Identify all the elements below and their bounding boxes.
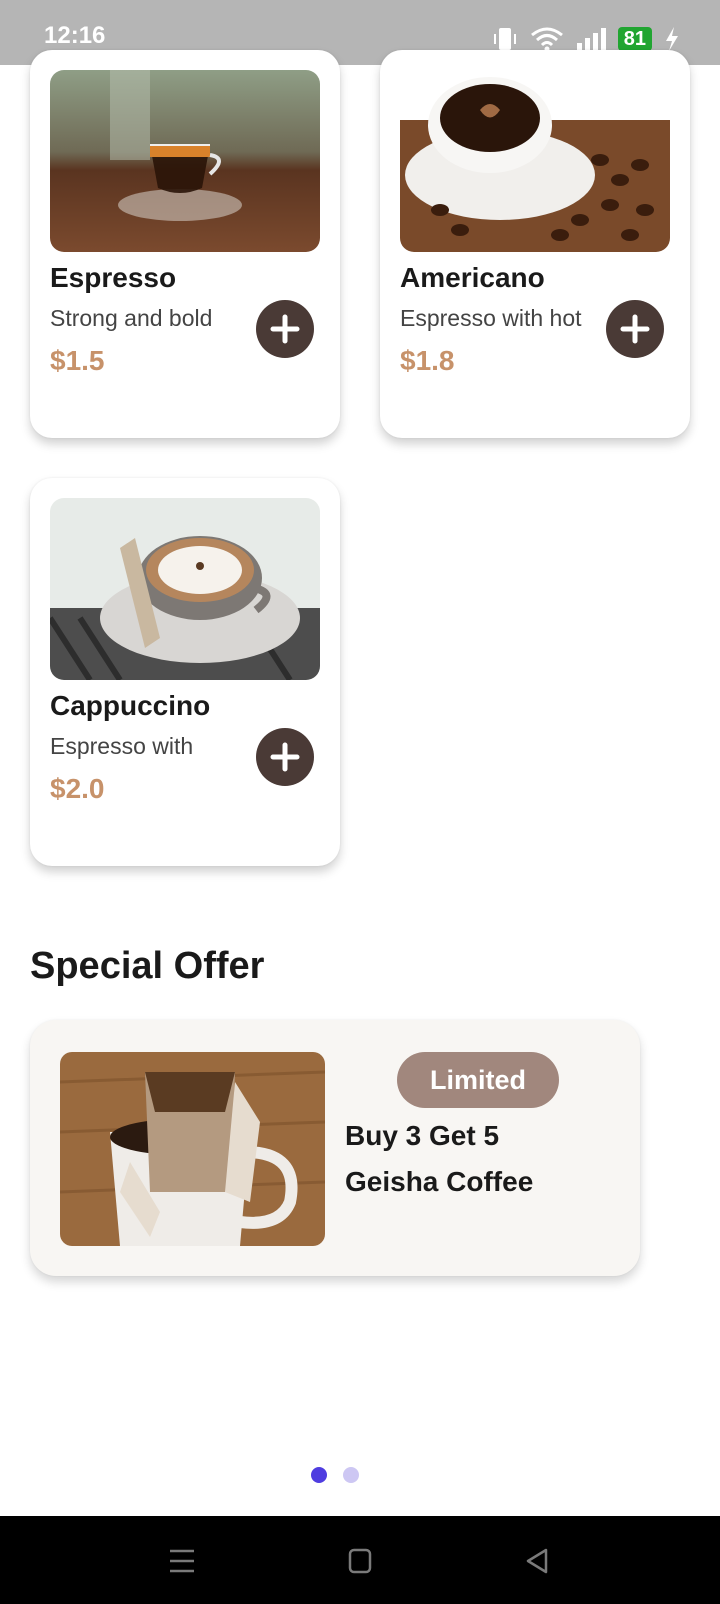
cappuccino-photo [50, 498, 320, 680]
espresso-photo [50, 70, 320, 252]
product-card-americano[interactable]: Americano Espresso with hot $1.8 [380, 50, 690, 438]
battery-icon: 81 [617, 27, 652, 51]
plus-icon [270, 314, 300, 344]
product-name: Cappuccino [50, 690, 211, 721]
offer-line-1: Buy 3 Get 5 [345, 1120, 500, 1151]
plus-icon [620, 314, 650, 344]
page-indicator [311, 1467, 359, 1483]
plus-icon [270, 742, 300, 772]
offer-line-2: Geisha Coffee [345, 1166, 534, 1197]
limited-badge: Limited [397, 1052, 559, 1108]
product-card-espresso[interactable]: Espresso Strong and bold $1.5 [30, 50, 340, 438]
product-description: Espresso with hot [400, 305, 582, 331]
page-dot-inactive[interactable] [343, 1467, 359, 1483]
product-name: Espresso [50, 262, 177, 293]
charging-icon [666, 27, 678, 51]
signal-icon [576, 28, 606, 51]
vibrate-icon [493, 28, 516, 50]
back-icon[interactable] [524, 1548, 550, 1574]
system-nav-bar [0, 1516, 720, 1604]
status-time: 12:16 [44, 22, 106, 49]
drip-coffee-photo [60, 1052, 325, 1246]
product-price: $2.0 [50, 773, 105, 804]
wifi-icon [530, 27, 563, 52]
product-price: $1.5 [50, 345, 105, 376]
americano-photo [400, 70, 670, 252]
add-to-cart-button[interactable] [256, 300, 314, 358]
add-to-cart-button[interactable] [256, 728, 314, 786]
special-offer-card[interactable]: Limited Buy 3 Get 5 Geisha Coffee [30, 1020, 640, 1276]
section-title: Special Offer [30, 945, 265, 987]
add-to-cart-button[interactable] [606, 300, 664, 358]
product-description: Espresso with [50, 733, 194, 759]
home-icon[interactable] [348, 1548, 372, 1574]
product-price: $1.8 [400, 345, 455, 376]
menu-icon[interactable] [168, 1548, 196, 1574]
product-name: Americano [400, 262, 545, 293]
page-dot-active[interactable] [311, 1467, 327, 1483]
product-card-cappuccino[interactable]: Cappuccino Espresso with $2.0 [30, 478, 340, 866]
product-description: Strong and bold [50, 305, 213, 331]
status-icons: 81 [492, 26, 680, 52]
